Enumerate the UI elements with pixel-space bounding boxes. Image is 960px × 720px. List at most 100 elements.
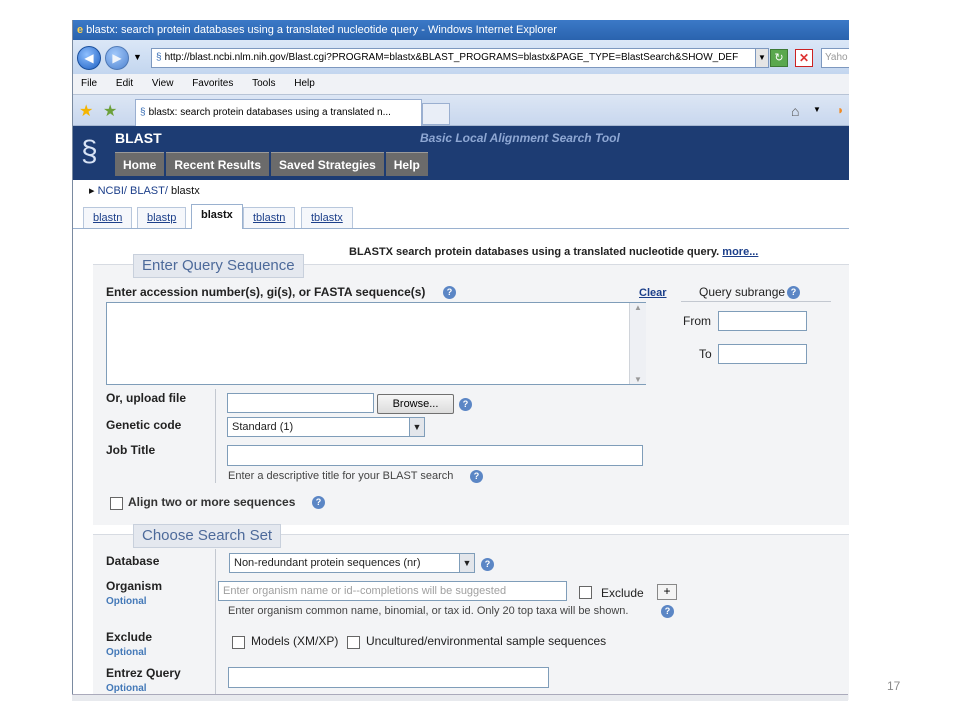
home-icon[interactable]: ⌂: [791, 103, 799, 119]
subrange-label: Query subrange: [699, 285, 786, 299]
chevron-down-icon[interactable]: ▼: [459, 554, 474, 572]
query-sequence-textarea[interactable]: [106, 302, 646, 385]
scroll-down-icon[interactable]: ▼: [630, 375, 646, 384]
genetic-code-label: Genetic code: [106, 418, 182, 432]
to-input[interactable]: [718, 344, 807, 364]
rss-feed-icon[interactable]: ◗: [837, 103, 844, 117]
window-title: blastx: search protein databases using a…: [86, 24, 557, 36]
exclude-label: Exclude: [106, 630, 153, 644]
uncultured-checkbox[interactable]: [347, 636, 360, 649]
forward-arrow-icon[interactable]: ▶: [105, 46, 129, 70]
history-dropdown-icon[interactable]: ▼: [133, 52, 142, 62]
tab-tblastn[interactable]: tblastn: [243, 207, 296, 228]
favorites-star-icon[interactable]: ★: [79, 101, 93, 121]
organism-input[interactable]: Enter organism name or id--completions w…: [218, 581, 567, 601]
job-title-input[interactable]: [227, 445, 643, 466]
help-icon[interactable]: ?: [470, 470, 483, 483]
new-tab-button[interactable]: [422, 103, 450, 125]
models-label: Models (XM/XP): [251, 634, 339, 648]
program-description: BLASTX search protein databases using a …: [349, 246, 758, 258]
browser-tab[interactable]: § blastx: search protein databases using …: [135, 99, 422, 126]
genetic-code-value: Standard (1): [232, 421, 294, 433]
help-icon[interactable]: ?: [661, 605, 674, 618]
job-title-hint: Enter a descriptive title for your BLAST…: [228, 470, 454, 482]
breadcrumb-current: blastx: [170, 185, 200, 197]
browser-screenshot: e blastx: search protein databases using …: [72, 20, 849, 700]
page-icon: §: [140, 107, 146, 118]
back-arrow-icon[interactable]: ◀: [77, 46, 101, 70]
menu-help[interactable]: Help: [294, 78, 315, 89]
tab-blastn[interactable]: blastn: [83, 207, 133, 228]
help-icon[interactable]: ?: [459, 398, 472, 411]
menu-edit[interactable]: Edit: [116, 78, 133, 89]
horizontal-scrollbar[interactable]: [72, 694, 848, 701]
tab-title: blastx: search protein databases using a…: [148, 107, 391, 118]
breadcrumb-ncbi[interactable]: NCBI/: [98, 185, 127, 197]
accession-label: Enter accession number(s), gi(s), or FAS…: [106, 285, 426, 299]
refresh-icon[interactable]: ↻: [770, 49, 788, 67]
stop-icon[interactable]: ✕: [795, 49, 813, 67]
menu-file[interactable]: File: [81, 78, 97, 89]
align-label: Align two or more sequences: [128, 495, 296, 509]
window-title-bar: e blastx: search protein databases using …: [73, 20, 849, 40]
nav-saved-strategies[interactable]: Saved Strategies: [271, 152, 384, 176]
page-icon: §: [156, 52, 162, 63]
search-set-legend: Choose Search Set: [133, 524, 282, 548]
breadcrumb-arrow-icon: ▸: [89, 185, 95, 197]
exclude-organism-label: Exclude: [601, 586, 644, 600]
breadcrumb-blast[interactable]: BLAST/: [130, 185, 168, 197]
menu-tools[interactable]: Tools: [252, 78, 275, 89]
organism-optional: Optional: [106, 596, 147, 607]
nav-home[interactable]: Home: [115, 152, 165, 176]
textarea-scrollbar[interactable]: ▲ ▼: [629, 303, 646, 384]
menu-favorites[interactable]: Favorites: [192, 78, 233, 89]
more-link[interactable]: more...: [722, 246, 758, 258]
help-icon[interactable]: ?: [312, 496, 325, 509]
nav-help[interactable]: Help: [385, 152, 428, 176]
exclude-organism-checkbox[interactable]: [579, 586, 592, 599]
search-box[interactable]: Yaho: [821, 48, 849, 68]
address-url: http://blast.ncbi.nlm.nih.gov/Blast.cgi?…: [164, 52, 739, 63]
entrez-query-input[interactable]: [228, 667, 549, 688]
query-panel: Enter Query Sequence Enter accession num…: [93, 254, 849, 525]
program-description-text: BLASTX search protein databases using a …: [349, 246, 720, 258]
tab-blastx[interactable]: blastx: [191, 204, 243, 229]
tab-bar: ★ ★ § blastx: search protein databases us…: [73, 95, 849, 126]
tab-blastp[interactable]: blastp: [137, 207, 187, 228]
database-select[interactable]: Non-redundant protein sequences (nr) ▼: [229, 553, 475, 573]
genetic-code-select[interactable]: Standard (1) ▼: [227, 417, 425, 437]
program-tabs: blastn blastp blastx tblastn tblastx: [73, 204, 849, 229]
subrange-divider: [681, 301, 831, 302]
address-toolbar: ◀ ▶ ▼ § http://blast.ncbi.nlm.nih.gov/Bla…: [73, 40, 849, 74]
home-dropdown-icon[interactable]: ▼: [813, 105, 821, 114]
blast-nav: Home Recent Results Saved Strategies Hel…: [115, 152, 430, 176]
from-input[interactable]: [718, 311, 807, 331]
scroll-up-icon[interactable]: ▲: [630, 303, 646, 312]
organism-hint: Enter organism common name, binomial, or…: [228, 605, 629, 617]
organism-label: Organism: [106, 579, 163, 593]
form-divider: [215, 549, 216, 699]
menu-view[interactable]: View: [152, 78, 174, 89]
nav-recent-results[interactable]: Recent Results: [166, 152, 270, 176]
query-legend: Enter Query Sequence: [133, 254, 304, 278]
add-organism-button[interactable]: +: [657, 584, 677, 600]
browse-button[interactable]: Browse...: [377, 394, 454, 414]
address-bar[interactable]: § http://blast.ncbi.nlm.nih.gov/Blast.cgi…: [151, 48, 757, 68]
blast-title: BLAST: [115, 130, 162, 146]
uncultured-label: Uncultured/environmental sample sequence…: [366, 634, 607, 648]
exclude-optional: Optional: [106, 647, 147, 658]
help-icon[interactable]: ?: [443, 286, 456, 299]
tab-tblastx[interactable]: tblastx: [301, 207, 353, 228]
models-checkbox[interactable]: [232, 636, 245, 649]
chevron-down-icon[interactable]: ▼: [409, 418, 424, 436]
help-icon[interactable]: ?: [787, 286, 800, 299]
blast-header: § BLAST Basic Local Alignment Search Too…: [73, 126, 849, 180]
help-icon[interactable]: ?: [481, 558, 494, 571]
upload-file-input[interactable]: [227, 393, 374, 413]
clear-link[interactable]: Clear: [639, 287, 667, 299]
database-value: Non-redundant protein sequences (nr): [234, 557, 421, 569]
address-dropdown-icon[interactable]: ▼: [755, 48, 769, 68]
ie-logo-icon: e: [77, 24, 84, 36]
add-favorite-icon[interactable]: ★: [103, 101, 117, 121]
align-checkbox[interactable]: [110, 497, 123, 510]
